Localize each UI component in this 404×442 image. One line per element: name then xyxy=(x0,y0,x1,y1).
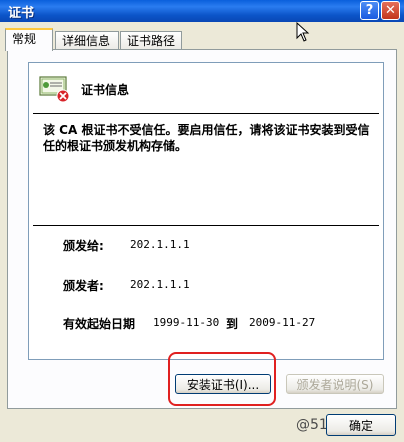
ok-button[interactable]: 确定 xyxy=(326,414,396,436)
tab-cert-path[interactable]: 证书路径 xyxy=(120,31,182,49)
window-title: 证书 xyxy=(8,6,35,21)
issued-by-label: 颁发者: xyxy=(63,279,104,293)
tab-details[interactable]: 详细信息 xyxy=(55,31,119,49)
valid-to-value: 2009-11-27 xyxy=(249,316,316,329)
tab-label: 常规 xyxy=(12,32,37,46)
close-button[interactable]: ✕ xyxy=(381,1,400,20)
valid-from-value: 1999-11-30 xyxy=(153,316,220,329)
title-bar: 证书 ? ✕ xyxy=(0,0,404,22)
issuer-statement-button[interactable]: 颁发者说明(S) xyxy=(286,374,384,394)
issued-to-value: 202.1.1.1 xyxy=(130,238,190,251)
divider xyxy=(33,113,379,114)
trust-warning-text: 该 CA 根证书不受信任。要启用信任，请将该证书安装到受信任的根证书颁发机构存储… xyxy=(43,123,370,153)
help-button[interactable]: ? xyxy=(360,1,379,20)
issued-by-value: 202.1.1.1 xyxy=(130,278,190,291)
mouse-cursor-icon xyxy=(296,22,310,42)
question-icon: ? xyxy=(365,3,374,18)
certificate-info-card: 证书信息 该 CA 根证书不受信任。要启用信任，请将该证书安装到受信任的根证书颁… xyxy=(28,62,384,360)
valid-to-label: 到 xyxy=(226,317,239,331)
tab-general[interactable]: 常规 xyxy=(5,28,53,51)
close-icon: ✕ xyxy=(385,3,396,18)
tab-label: 证书路径 xyxy=(127,34,176,48)
validity-label: 有效起始日期 xyxy=(63,317,136,331)
tab-label: 详细信息 xyxy=(62,34,111,48)
issued-to-label: 颁发给: xyxy=(63,239,104,253)
certificate-error-icon xyxy=(39,76,70,103)
highlight-annotation xyxy=(168,352,276,406)
divider xyxy=(33,225,379,226)
card-title: 证书信息 xyxy=(81,83,130,97)
